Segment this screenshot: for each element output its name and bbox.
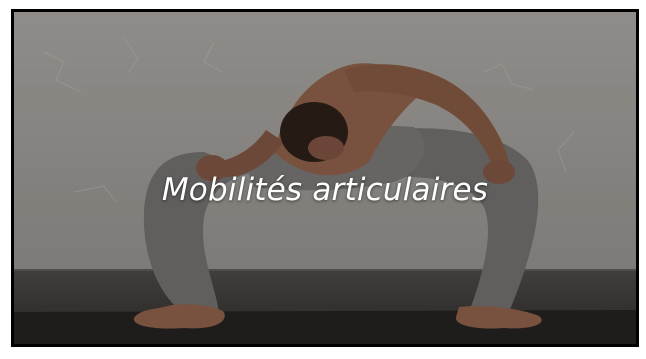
slide-frame: Mobilités articulaires [11,9,639,347]
slide-title: Mobilités articulaires [161,172,489,208]
